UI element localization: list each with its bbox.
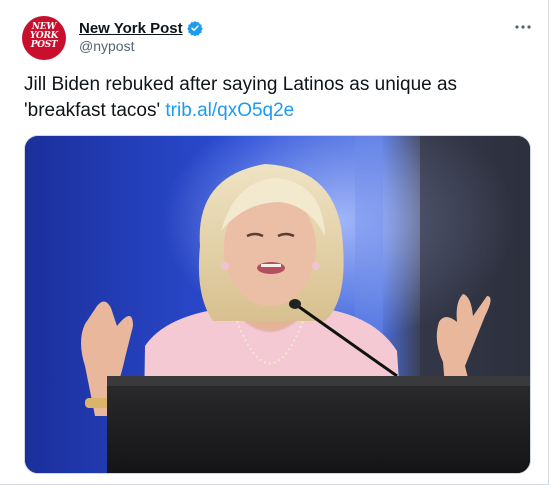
avatar-logo-text: NEW YORK POST	[29, 22, 59, 50]
tweet-link[interactable]: trib.al/qxO5q2e	[165, 100, 294, 121]
author-name-row: New York Post	[79, 19, 203, 37]
photo-illustration	[25, 136, 530, 473]
tweet-text: Jill Biden rebuked after saying Latinos …	[24, 72, 524, 124]
tweet-card[interactable]: NEW YORK POST New York Post @nypost Jill…	[0, 0, 549, 485]
author-handle[interactable]: @nypost	[79, 38, 134, 54]
more-options-icon[interactable]	[512, 16, 534, 38]
author-display-name[interactable]: New York Post	[79, 20, 183, 37]
verified-badge-icon	[186, 20, 203, 37]
avatar[interactable]: NEW YORK POST	[22, 16, 66, 60]
tweet-photo[interactable]	[24, 135, 531, 474]
